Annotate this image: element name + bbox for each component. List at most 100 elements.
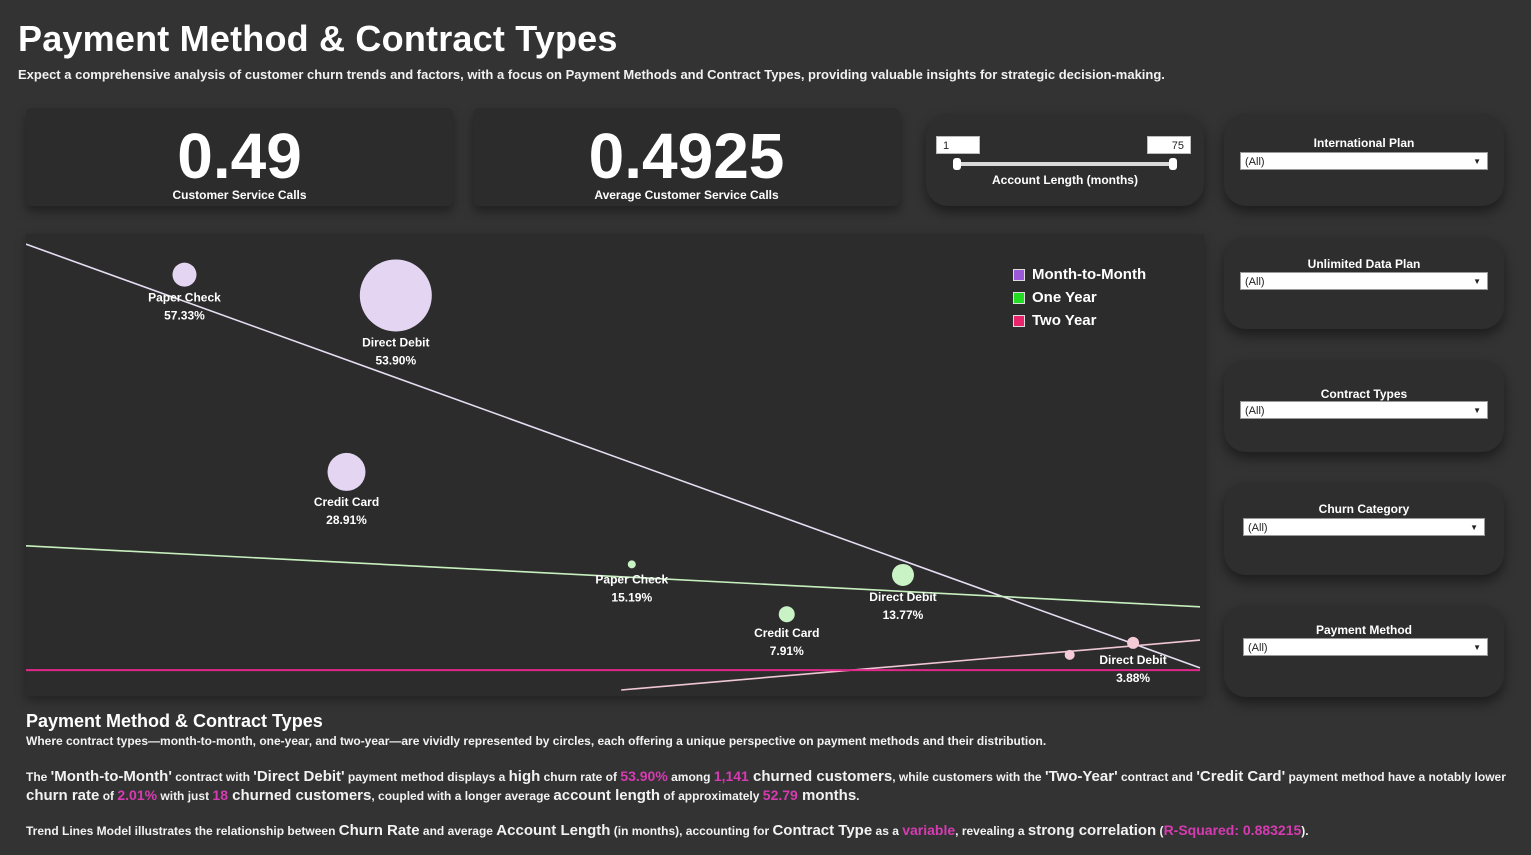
bubble-label: Credit Card	[754, 626, 819, 640]
text: payment method have a notably lower	[1285, 770, 1506, 784]
slider-track[interactable]	[956, 162, 1174, 166]
page-title: Payment Method & Contract Types	[18, 18, 618, 59]
description-intro: Where contract types—month-to-month, one…	[26, 734, 1047, 748]
text: Trend Lines Model illustrates the relati…	[26, 824, 339, 838]
text: months	[797, 787, 857, 804]
bubble-value: 15.19%	[611, 590, 652, 604]
text: of	[99, 789, 118, 803]
filter-churn-category: Churn Category (All) ▼	[1224, 483, 1504, 575]
filter-label: Unlimited Data Plan	[1307, 257, 1421, 271]
kpi-value: 0.49	[177, 120, 302, 192]
legend-item-month-to-month[interactable]: Month-to-Month	[1013, 263, 1146, 286]
description-title: Payment Method & Contract Types	[26, 711, 323, 731]
slider-min-input[interactable]: 1	[936, 136, 980, 154]
legend-label: Month-to-Month	[1032, 266, 1147, 283]
text: (in months), accounting for	[610, 824, 773, 838]
chevron-down-icon: ▼	[1473, 277, 1481, 286]
bubble-value: 57.33%	[164, 309, 205, 323]
bubble-point[interactable]	[1064, 649, 1075, 660]
text: 'Credit Card'	[1196, 768, 1286, 785]
text: 'Direct Debit'	[253, 768, 345, 785]
bubble-point[interactable]	[627, 560, 636, 569]
text: ).	[1301, 824, 1309, 838]
filter-label: Churn Category	[1318, 502, 1410, 516]
highlight: 52.79	[762, 787, 798, 803]
chevron-down-icon: ▼	[1470, 523, 1478, 532]
dropdown-value: (All)	[1248, 522, 1268, 534]
chart-legend: Month-to-Month One Year Two Year	[1013, 263, 1146, 332]
legend-swatch	[1013, 314, 1025, 327]
text: Churn Rate	[338, 822, 420, 839]
filter-international-plan: International Plan (All) ▼	[1224, 114, 1504, 206]
text: .	[856, 789, 860, 803]
text: , while customers with the	[892, 770, 1045, 784]
kpi-label: Customer Service Calls	[172, 188, 307, 202]
legend-item-one-year[interactable]: One Year	[1013, 286, 1146, 309]
bubble-point[interactable]	[359, 259, 432, 332]
text: 'Two-Year'	[1044, 768, 1118, 785]
page-subtitle: Expect a comprehensive analysis of custo…	[18, 67, 1165, 82]
slider-label: Account Length (months)	[992, 173, 1138, 187]
bubble-point[interactable]	[172, 262, 197, 287]
bubble-value: 53.90%	[375, 353, 416, 367]
kpi-label: Average Customer Service Calls	[594, 188, 779, 202]
international-plan-dropdown[interactable]: (All) ▼	[1240, 152, 1488, 170]
text: contract with	[171, 770, 254, 784]
slider-min-handle[interactable]	[953, 158, 961, 170]
bubble-value: 3.88%	[1116, 671, 1150, 685]
text: churned customers	[748, 768, 893, 785]
bubble-point[interactable]	[1127, 636, 1140, 649]
text: payment method displays a	[344, 770, 509, 784]
highlight: R-Squared: 0.883215	[1163, 822, 1302, 838]
bubble-label: Credit Card	[314, 495, 379, 509]
highlight: variable	[902, 822, 956, 838]
churn-category-dropdown[interactable]: (All) ▼	[1243, 518, 1485, 536]
text: churn rate	[26, 787, 100, 804]
highlight: 1,141	[713, 768, 749, 784]
slider-max-handle[interactable]	[1169, 158, 1177, 170]
filter-unlimited-data-plan: Unlimited Data Plan (All) ▼	[1224, 237, 1504, 329]
text: as a	[872, 824, 903, 838]
filter-label: International Plan	[1313, 136, 1415, 150]
bubble-value: 7.91%	[770, 644, 804, 658]
bubble-point[interactable]	[327, 452, 366, 491]
description-insight: The 'Month-to-Month' contract with 'Dire…	[26, 767, 1506, 805]
bubble-label: Direct Debit	[869, 590, 936, 604]
slider-max-input[interactable]: 75	[1147, 136, 1191, 154]
bubble-point[interactable]	[891, 563, 914, 586]
legend-label: One Year	[1032, 289, 1097, 306]
bubble-label: Direct Debit	[362, 335, 429, 349]
bubble-point[interactable]	[778, 606, 795, 623]
bubble-label: Paper Check	[595, 572, 668, 586]
text: , coupled with a longer average	[371, 789, 554, 803]
text: among	[667, 770, 714, 784]
text: strong correlation	[1027, 822, 1157, 839]
text: Account Length	[496, 822, 611, 839]
legend-item-two-year[interactable]: Two Year	[1013, 309, 1146, 332]
text: The	[26, 770, 51, 784]
contract-types-dropdown[interactable]: (All) ▼	[1240, 401, 1488, 419]
filter-label: Contract Types	[1320, 387, 1408, 401]
text: churned customers	[227, 787, 372, 804]
text: high	[508, 768, 541, 785]
chevron-down-icon: ▼	[1473, 157, 1481, 166]
kpi-average-customer-service-calls: 0.4925 Average Customer Service Calls	[473, 108, 900, 206]
highlight: 53.90%	[620, 768, 668, 784]
text: Contract Type	[772, 822, 873, 839]
chevron-down-icon: ▼	[1473, 406, 1481, 415]
chevron-down-icon: ▼	[1473, 643, 1481, 652]
text: of approximately	[660, 789, 763, 803]
dropdown-value: (All)	[1245, 156, 1265, 168]
dropdown-value: (All)	[1245, 276, 1265, 288]
account-length-slider-card: 1 75 Account Length (months)	[926, 114, 1204, 206]
kpi-customer-service-calls: 0.49 Customer Service Calls	[26, 108, 453, 206]
text: 'Month-to-Month'	[50, 768, 172, 785]
bubble-value: 13.77%	[883, 608, 924, 622]
payment-method-dropdown[interactable]: (All) ▼	[1243, 638, 1488, 656]
unlimited-data-plan-dropdown[interactable]: (All) ▼	[1240, 272, 1488, 290]
text: (	[1156, 824, 1164, 838]
highlight: 18	[212, 787, 228, 803]
legend-label: Two Year	[1032, 312, 1097, 329]
text: churn rate of	[540, 770, 621, 784]
text: contract and	[1117, 770, 1197, 784]
